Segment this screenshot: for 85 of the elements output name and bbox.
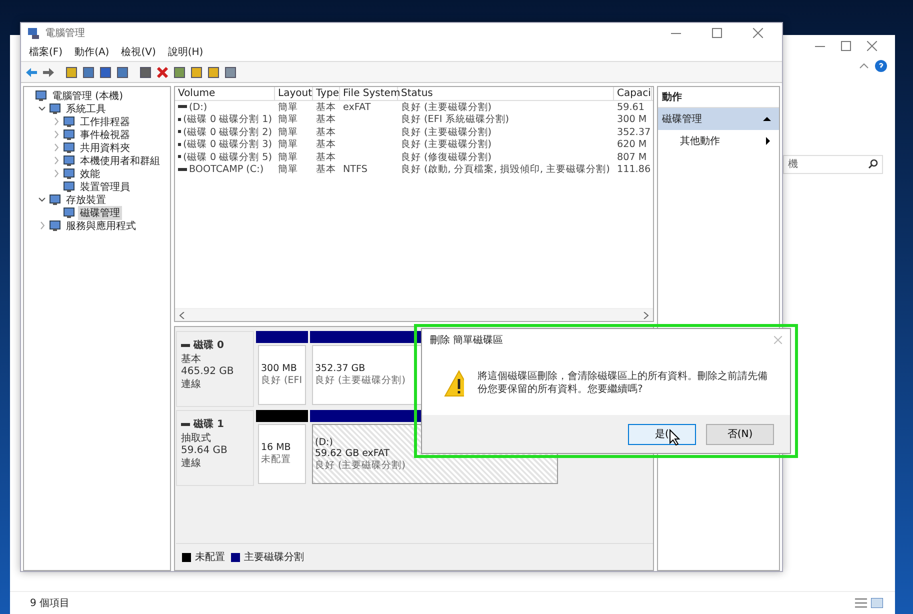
table-cell-text: 簡單 [277,163,299,176]
partition-block[interactable]: 16 MB 未配置 [258,424,306,484]
partition-size: 16 MB [261,442,291,453]
table-cell-text: 簡單 [277,126,299,139]
tree-item[interactable]: 工作排程器 [78,114,132,128]
disk-label-panel[interactable]: 磁碟 1 抽取式 59.64 GB 連線 [176,410,254,486]
table-cell-text: 良好 (啟動, 分頁檔案, 損毀傾印, 主要磁碟分割) [400,163,611,176]
table-cell-text: 基本 [315,126,337,139]
column-header[interactable]: Status [398,87,614,100]
table-cell-text: 59.61 [616,102,646,113]
dialog-message: 將這個磁碟區刪除，會清除磁碟區上的所有資料。刪除之前請先備份您要保留的所有資料。您要繼續嗎? [478,370,769,396]
table-cell: (磁碟 0 磁碟分割 3) [175,138,275,152]
item-count: 9 個項目 [30,597,70,610]
menu-item[interactable]: 動作(A) [74,45,110,59]
column-header[interactable]: Type [313,87,340,100]
dialog-button[interactable]: 否(N) [706,424,774,444]
disk-name: 磁碟 0 [181,338,249,352]
disk-state: 連線 [181,456,202,470]
tree-item[interactable]: 本機使用者和群組 [78,154,162,168]
table-cell-text: 良好 (EFI 系統磁碟分割) [400,113,510,126]
table-cell-text: 良好 (修復磁碟分割) [400,150,493,164]
legend-label: 未配置 [195,550,225,564]
column-header[interactable]: Volume [175,87,275,100]
tree-item[interactable]: 效能 [78,166,102,180]
tree-item[interactable]: 服務與應用程式 [64,218,138,232]
table-cell-text: 807 M [616,152,648,163]
partition-size: 352.37 GB [315,363,366,374]
column-header[interactable]: Capaci [614,87,652,100]
partition-block[interactable]: 300 MB 良好 (EFI [258,345,306,405]
partition-status: 良好 (主要磁碟分割) [315,374,406,387]
tree-item[interactable]: 事件檢視器 [78,128,132,142]
table-cell: BOOTCAMP (C:) [175,164,275,176]
search-field[interactable]: 機 [783,155,883,174]
tree-item[interactable]: 裝置管理員 [78,180,132,194]
table-cell-text: 簡單 [277,113,299,126]
partition-size: 59.62 GB exFAT [315,448,390,458]
disk-name: 磁碟 1 [181,417,249,431]
menu-item[interactable]: 檢視(V) [121,45,156,59]
table-cell-text: 基本 [315,138,337,152]
disk-size: 59.64 GB [181,445,228,456]
table-cell-text: 良好 (主要磁碟分割) [400,100,493,114]
table-cell-text: 300 M [616,114,648,126]
table-cell: (D:) [175,102,275,113]
column-header[interactable]: Layout [275,87,313,100]
action-item[interactable]: 其他動作 [658,130,779,152]
menu-item[interactable]: 檔案(F) [29,45,63,59]
tree-item[interactable]: 磁碟管理 [78,206,122,220]
partition-status: 良好 (主要磁碟分割) [315,458,406,472]
disk-label-panel[interactable]: 磁碟 0 基本 465.92 GB 連線 [176,331,254,407]
table-cell-text: exFAT [342,102,372,113]
table-cell-text: 基本 [315,163,337,176]
action-item[interactable]: 磁碟管理 [658,108,779,130]
disk-type: 基本 [181,352,202,366]
table-cell-text: 良好 (主要磁碟分割) [400,138,493,152]
tree-item[interactable]: 系統工具 [64,102,108,116]
tree-item[interactable]: 電腦管理 (本機) [50,88,125,102]
partition-size: 300 MB [261,363,297,374]
partition-status: 未配置 [261,453,291,466]
table-cell-text: 620 M [616,139,648,150]
dialog-button[interactable]: 是( [628,424,696,444]
partition-name: (D:) [315,436,333,448]
legend-label: 主要磁碟分割 [244,550,304,564]
disk-state: 連線 [181,378,202,391]
column-header[interactable]: File System [340,87,398,100]
table-cell: (磁碟 0 磁碟分割 5) [175,150,275,164]
table-cell: (磁碟 0 磁碟分割 1) [175,113,275,126]
window-title: 電腦管理 [45,27,85,40]
table-cell-text: 簡單 [277,138,299,152]
table-cell: (磁碟 0 磁碟分割 2) [175,126,275,139]
table-cell-text: 簡單 [277,150,299,164]
table-cell-text: 簡單 [277,100,299,114]
table-cell-text: 基本 [315,113,337,126]
menu-item[interactable]: 說明(H) [168,45,204,59]
dialog-title: 刪除 簡單磁碟區 [430,334,504,347]
tree-item[interactable]: 存放裝置 [64,192,108,206]
table-cell-text: 111.86 [616,164,652,176]
tree-item[interactable]: 共用資料夾 [78,140,132,154]
table-cell-text: 良好 (主要磁碟分割) [400,126,493,139]
table-cell-text: NTFS [342,164,368,176]
table-cell-text: 352.37 [616,126,652,138]
disk-type: 抽取式 [181,432,212,445]
partition-status: 良好 (EFI [261,374,302,387]
table-cell-text: 基本 [315,150,337,164]
table-cell-text: 基本 [315,100,337,114]
disk-size: 465.92 GB [181,366,235,377]
